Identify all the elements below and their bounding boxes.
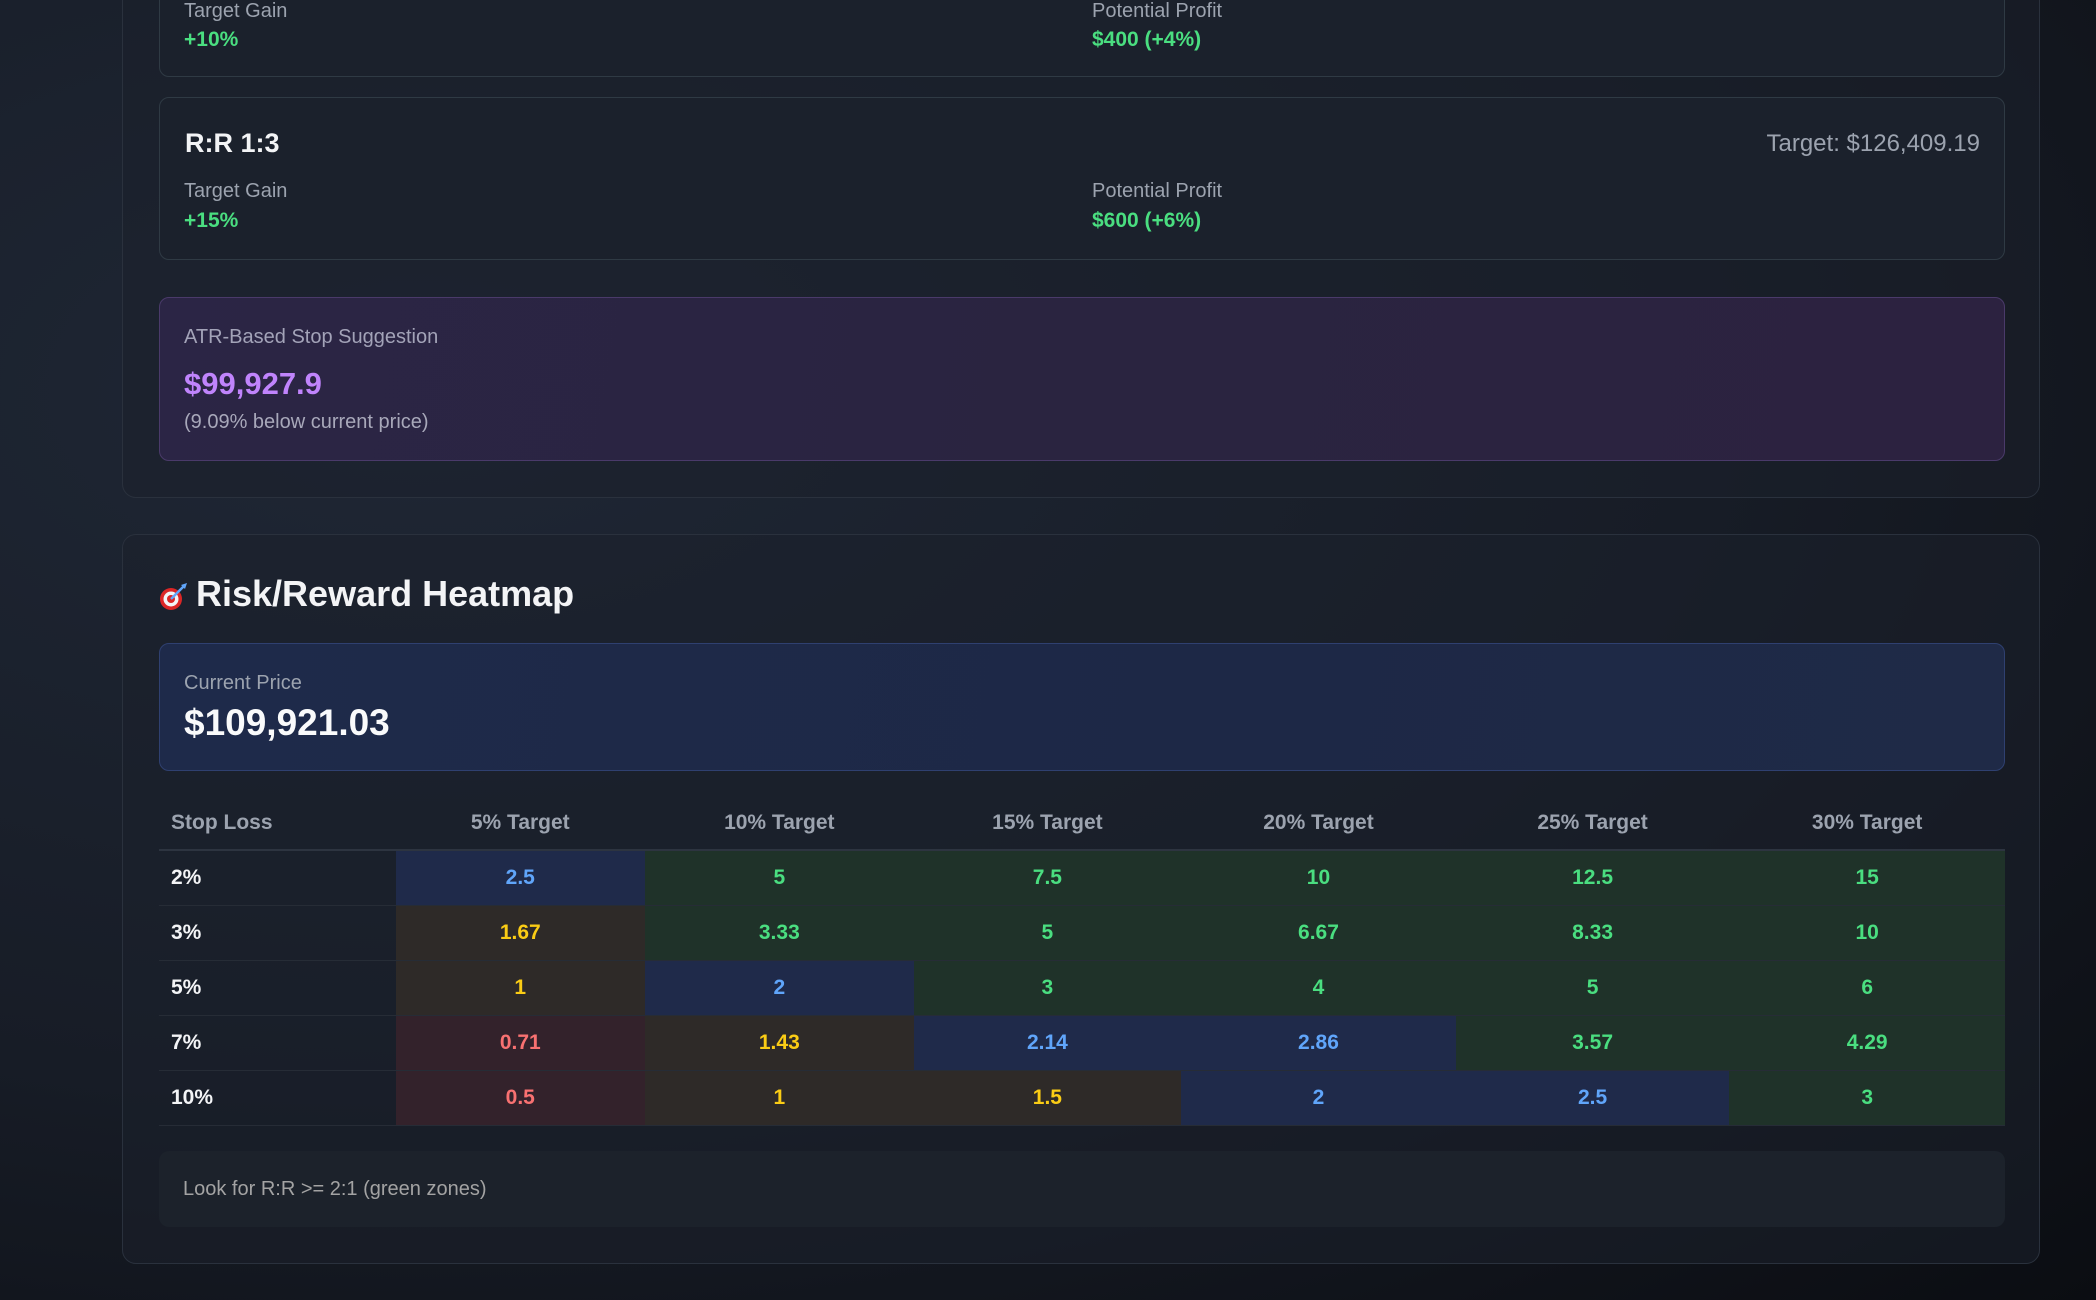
stop-loss-cell: 10% (159, 1070, 396, 1126)
rr-title: R:R 1:3 (185, 128, 280, 158)
table-row: 2% 2.5 5 7.5 10 12.5 15 (159, 850, 2005, 906)
rr-cell: 1 (395, 960, 646, 1016)
rr-cell: 1.43 (645, 1015, 914, 1071)
heatmap-hint: Look for R:R >= 2:1 (green zones) (159, 1151, 2005, 1227)
heatmap-hint-text: Look for R:R >= 2:1 (green zones) (183, 1178, 487, 1200)
rr-cell: 12.5 (1455, 850, 1730, 906)
stop-loss-cell: 5% (159, 960, 396, 1016)
rr-cell: 3 (1729, 1070, 2005, 1126)
rr-cell: 0.5 (395, 1070, 646, 1126)
column-header: 15% Target (913, 796, 1182, 851)
column-header: 20% Target (1181, 796, 1456, 851)
heatmap-title-text: Risk/Reward Heatmap (196, 573, 575, 614)
rr-cell: 8.33 (1455, 905, 1730, 961)
rr-cell: 5 (1455, 960, 1730, 1016)
rr-cell: 2.14 (913, 1015, 1182, 1071)
table-row: 10% 0.5 1 1.5 2 2.5 3 (159, 1070, 2005, 1126)
rr-cell: 4.29 (1729, 1015, 2005, 1071)
column-header: 25% Target (1455, 796, 1730, 851)
table-header-row: Stop Loss 5% Target 10% Target 15% Targe… (159, 796, 2005, 851)
rr-cell: 5 (913, 905, 1182, 961)
rr-cell: 2 (1181, 1070, 1456, 1126)
table-row: 5% 1 2 3 4 5 6 (159, 960, 2005, 1016)
heatmap-title: Risk/Reward Heatmap (158, 573, 574, 615)
column-header: 10% Target (645, 796, 914, 851)
potential-profit-value: $400 (+4%) (1092, 28, 1202, 51)
atr-stop-suggestion-card: ATR-Based Stop Suggestion $99,927.9 (9.0… (159, 297, 2005, 461)
rr-cell: 7.5 (913, 850, 1182, 906)
table-row: 3% 1.67 3.33 5 6.67 8.33 10 (159, 905, 2005, 961)
dart-target-icon (158, 579, 188, 610)
rr-cell: 3.57 (1455, 1015, 1730, 1071)
potential-profit-value: $600 (+6%) (1092, 209, 1202, 232)
target-gain-label: Target Gain (184, 180, 288, 202)
rr-cell: 3 (913, 960, 1182, 1016)
column-header: Stop Loss (159, 796, 396, 851)
current-price-card: Current Price $109,921.03 (159, 643, 2005, 771)
atr-label: ATR-Based Stop Suggestion (184, 326, 439, 348)
rr-cell: 2.5 (1455, 1070, 1730, 1126)
rr-cell: 4 (1181, 960, 1456, 1016)
rr-cell: 10 (1729, 905, 2005, 961)
column-header: 30% Target (1729, 796, 2005, 851)
rr-cell: 6.67 (1181, 905, 1456, 961)
target-gain-value: +15% (184, 209, 239, 232)
rr-card-1-2: Target Gain +10% Potential Profit $400 (… (159, 0, 2005, 77)
rr-cell: 2.5 (395, 850, 646, 906)
rr-target-price: Target: $126,409.19 (1766, 130, 1980, 157)
current-price-value: $109,921.03 (184, 702, 390, 743)
current-price-label: Current Price (184, 672, 302, 694)
rr-card-1-3: R:R 1:3 Target: $126,409.19 Target Gain … (159, 97, 2005, 260)
atr-note: (9.09% below current price) (184, 411, 429, 433)
rr-cell: 5 (645, 850, 914, 906)
rr-cell: 1 (645, 1070, 914, 1126)
potential-profit-label: Potential Profit (1092, 0, 1223, 22)
rr-cell: 3.33 (645, 905, 914, 961)
potential-profit-label: Potential Profit (1092, 180, 1223, 202)
atr-stop-value: $99,927.9 (184, 366, 322, 401)
stop-loss-cell: 2% (159, 850, 396, 906)
rr-cell: 2.86 (1181, 1015, 1456, 1071)
rr-cell: 6 (1729, 960, 2005, 1016)
stop-loss-cell: 3% (159, 905, 396, 961)
rr-cell: 1.67 (395, 905, 646, 961)
target-gain-label: Target Gain (184, 0, 288, 22)
rr-cell: 2 (645, 960, 914, 1016)
rr-cell: 15 (1729, 850, 2005, 906)
rr-cell: 10 (1181, 850, 1456, 906)
target-gain-value: +10% (184, 28, 239, 51)
stop-loss-cell: 7% (159, 1015, 396, 1071)
rr-cell: 1.5 (913, 1070, 1182, 1126)
column-header: 5% Target (395, 796, 646, 851)
risk-reward-table: Stop Loss 5% Target 10% Target 15% Targe… (159, 796, 2005, 1126)
rr-cell: 0.71 (395, 1015, 646, 1071)
table-row: 7% 0.71 1.43 2.14 2.86 3.57 4.29 (159, 1015, 2005, 1071)
